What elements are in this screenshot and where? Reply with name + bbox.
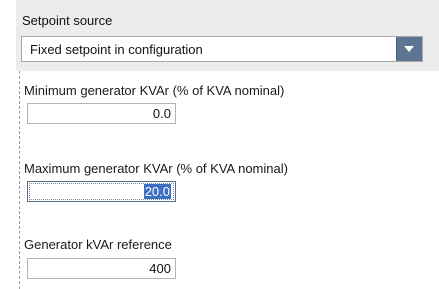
section-border	[19, 71, 20, 289]
min-kvar-value: 0.0	[152, 106, 171, 121]
max-kvar-value: 20.0	[143, 184, 171, 199]
min-kvar-input[interactable]: 0.0	[27, 103, 176, 124]
setpoint-source-select[interactable]: Fixed setpoint in configuration	[21, 36, 423, 62]
min-kvar-label: Minimum generator KVAr (% of KVA nominal…	[24, 83, 285, 98]
kvar-reference-label: Generator kVAr reference	[24, 237, 172, 252]
dropdown-button[interactable]	[396, 37, 422, 61]
max-kvar-input[interactable]: 20.0	[27, 181, 176, 202]
max-kvar-label: Maximum generator KVAr (% of KVA nominal…	[24, 161, 288, 176]
kvar-reference-input[interactable]: 400	[27, 258, 176, 279]
kvar-reference-value: 400	[149, 261, 171, 276]
setpoint-source-title: Setpoint source	[22, 13, 113, 28]
chevron-down-icon	[404, 46, 414, 52]
setpoint-source-value: Fixed setpoint in configuration	[30, 42, 203, 57]
